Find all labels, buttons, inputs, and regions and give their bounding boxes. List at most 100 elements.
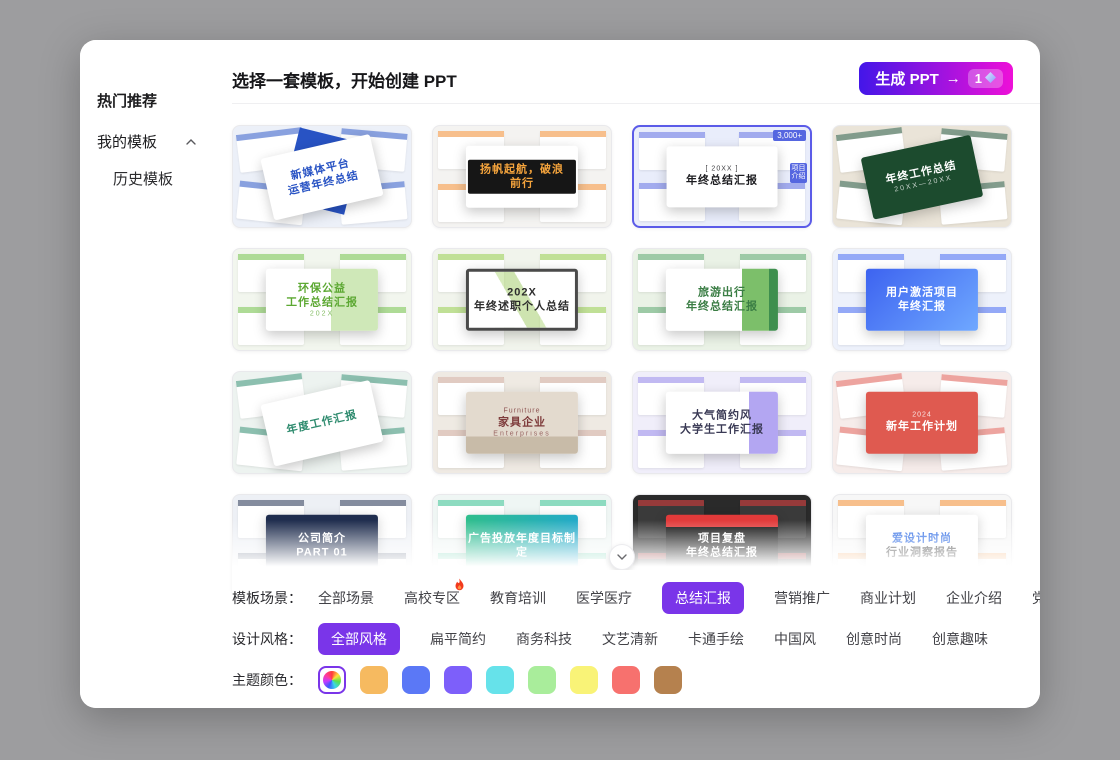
filter-row-scene: 模板场景： 全部场景 高校专区 教育培训 医学医疗 总结汇报 营销推广 商业计划 企业介绍 党政… [232,582,1040,614]
chevron-down-icon [616,548,628,566]
filter-chip-option[interactable]: 商务科技 [516,629,572,649]
thumb-title: 新媒体平台运营年终总结 [284,154,361,198]
filter-chip-option[interactable]: 商业计划 [860,588,916,608]
filter-chip-option[interactable]: 卡通手绘 [688,629,744,649]
filter-chip-option[interactable]: 党政宣传 [1032,588,1040,608]
generate-ppt-button[interactable]: 生成 PPT → 1 [859,62,1013,95]
hot-flame-icon [453,578,466,595]
template-thumbnail[interactable]: 旅游出行年终总结汇报 [632,248,812,351]
filter-chip-option[interactable]: 创意趣味 [932,629,988,649]
thumb-eyebrow-text: Furniture [503,407,540,414]
template-thumbnail[interactable]: Furniture 家具企业 Enterprises [432,371,612,474]
template-thumbnail[interactable]: [ 20XX ] 年终总结汇报 3,000+ 项目介绍 [632,125,812,228]
template-thumbnail[interactable]: 202X年终述职个人总结 [432,248,612,351]
filter-chip-option[interactable]: 全部场景 [318,588,374,608]
thumb-title: 公司简介PART 01 [296,531,347,560]
color-swatch-green[interactable] [528,666,556,694]
thumb-cover-slide: Furniture 家具企业 Enterprises [466,391,578,454]
page-title: 选择一套模板，开始创建 PPT [232,67,457,92]
thumb-title: 广告投放年度目标制定 [468,531,576,560]
thumb-cover-slide: 大气简约风大学生工作汇报 [666,391,778,454]
template-thumbnail[interactable]: 扬帆起航，破浪前行 [432,125,612,228]
thumb-title-line: 行业洞察报告 [886,545,958,559]
thumb-cover-slide: 环保公益工作总结汇报 202X [266,268,378,331]
filter-chip-option[interactable]: 中国风 [774,629,816,649]
thumb-cover-slide: 爱设计时尚行业洞察报告 [866,514,978,577]
thumb-cover-slide: 项目复盘年终总结汇报 [666,514,778,577]
color-swatch-colorful-wheel[interactable] [318,666,346,694]
thumb-title: 旅游出行年终总结汇报 [686,285,758,314]
filter-chip-option[interactable]: 医学医疗 [576,588,632,608]
filter-chip-option[interactable]: 营销推广 [774,588,830,608]
thumb-title: 用户激活项目年终汇报 [886,285,958,314]
thumb-title: 家具企业 [498,415,546,429]
filter-label-style: 设计风格： [232,629,318,649]
template-thumbnail[interactable]: 环保公益工作总结汇报 202X [232,248,412,351]
thumb-title: 年度工作汇报 [285,407,358,437]
filter-chip-option[interactable]: 创意时尚 [846,629,902,649]
thumb-title-line: 年终总结汇报 [686,545,758,559]
thumb-title-line: 公司简介 [296,531,347,545]
diamond-icon [985,71,996,86]
template-thumbnail[interactable]: 新媒体平台运营年终总结 [232,125,412,228]
template-thumbnail[interactable]: 2024 新年工作计划 [832,371,1012,474]
filter-chip-option[interactable]: 企业介绍 [946,588,1002,608]
thumb-title: 项目复盘年终总结汇报 [686,531,758,560]
template-grid: 新媒体平台运营年终总结 扬帆起航，破浪前行 [ 20XX ] 年终总结汇报 3,… [232,125,1012,597]
color-swatch-cyan[interactable] [486,666,514,694]
generate-label: 生成 PPT [875,68,938,89]
template-thumbnail[interactable]: 大气简约风大学生工作汇报 [632,371,812,474]
thumb-cover-slide: 公司简介PART 01 [266,514,378,577]
color-swatch-blue[interactable] [402,666,430,694]
thumb-title: 环保公益工作总结汇报 [286,281,358,310]
filter-panel: 模板场景： 全部场景 高校专区 教育培训 医学医疗 总结汇报 营销推广 商业计划 企业介绍 党政… [232,570,1040,708]
template-thumbnail[interactable]: 年终工作总结 20XX—20XX [832,125,1012,228]
thumb-subtitle: 202X [310,311,334,318]
thumb-title: 新年工作计划 [886,419,958,433]
filter-chip-selected[interactable]: 全部风格 [318,623,400,655]
filter-chip-selected[interactable]: 总结汇报 [662,582,744,614]
template-picker-modal: 热门推荐 我的模板 历史模板 选择一套模板，开始创建 PPT 生成 PPT → … [80,40,1040,708]
expand-collapse-button[interactable] [609,544,635,570]
thumb-cover-slide: [ 20XX ] 年终总结汇报 [667,146,778,207]
chevron-up-icon [185,138,197,146]
thumb-title-line: 新年工作计划 [886,419,958,433]
thumb-side-badge: 项目介绍 [790,163,807,183]
template-thumbnail[interactable]: 用户激活项目年终汇报 [832,248,1012,351]
color-swatch-yellow[interactable] [570,666,598,694]
color-swatch-orange[interactable] [360,666,388,694]
thumb-eyebrow-text: [ 20XX ] [706,165,739,172]
sidebar-item-label: 热门推荐 [97,90,157,111]
thumb-title-line: 年终总结汇报 [686,299,758,313]
filter-chip-option[interactable]: 扁平简约 [430,629,486,649]
color-swatches [318,666,682,694]
filter-label-color: 主题颜色： [232,670,318,690]
filter-chip-option[interactable]: 文艺清新 [602,629,658,649]
template-thumbnail[interactable]: 年度工作汇报 [232,371,412,474]
thumb-title-line: 旅游出行 [686,285,758,299]
thumb-title-line: 广告投放年度目标制定 [468,531,576,560]
sidebar-item-my-templates[interactable]: 我的模板 [97,131,197,152]
thumb-title: 大气简约风大学生工作汇报 [680,408,764,437]
thumb-title-line: 家具企业 [498,415,546,429]
thumb-title-line: 年终总结汇报 [686,173,758,187]
thumb-eyebrow-text: 2024 [912,411,932,418]
sidebar: 热门推荐 我的模板 历史模板 [80,40,232,708]
thumb-title-line: 202X [474,285,570,299]
color-swatch-red[interactable] [612,666,640,694]
filter-chip-option[interactable]: 高校专区 [404,588,460,608]
content-area: 选择一套模板，开始创建 PPT 生成 PPT → 1 新媒体平台运营年终总结 [232,40,1040,708]
filter-row-color: 主题颜色： [232,664,1040,696]
thumb-title-line: 扬帆起航，破浪前行 [476,162,568,191]
thumb-title-line: 环保公益 [286,281,358,295]
color-swatch-purple[interactable] [444,666,472,694]
filter-label-scene: 模板场景： [232,588,318,608]
thumb-title-line: 爱设计时尚 [886,531,958,545]
sidebar-item-history-templates[interactable]: 历史模板 [113,168,173,189]
thumb-subtitle: Enterprises [493,431,550,438]
filter-chip-option[interactable]: 教育培训 [490,588,546,608]
sidebar-item-hot-recommend[interactable]: 热门推荐 [97,90,157,111]
thumb-cover-slide: 2024 新年工作计划 [866,391,978,454]
color-swatch-brown[interactable] [654,666,682,694]
thumb-title-line: 工作总结汇报 [286,295,358,309]
